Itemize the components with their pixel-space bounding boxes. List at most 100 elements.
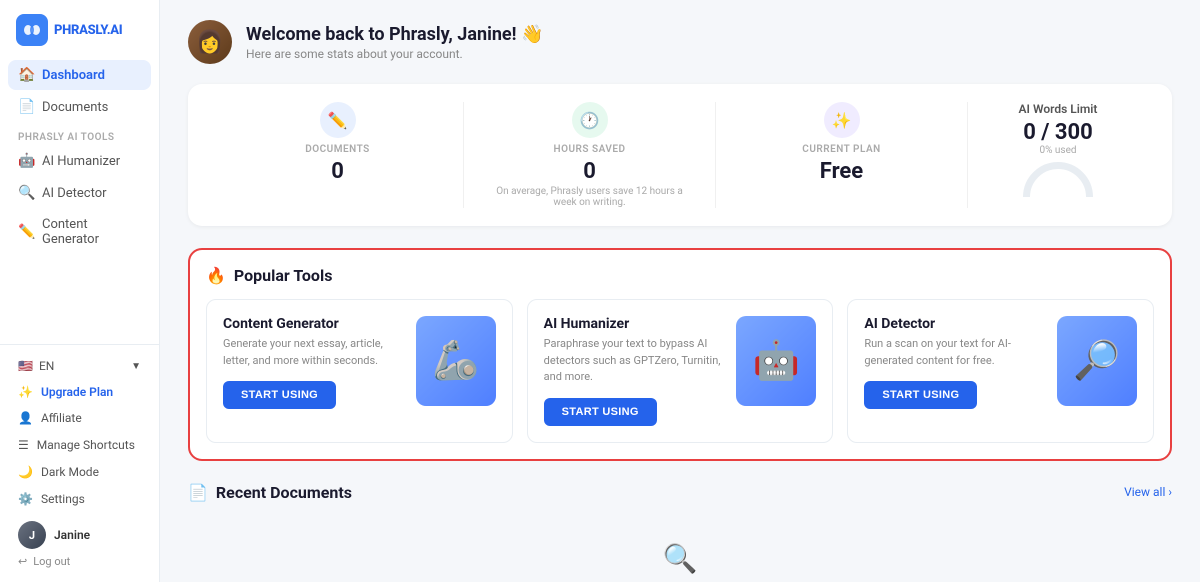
- user-profile: J Janine: [8, 513, 151, 553]
- ai-detector-content: AI Detector Run a scan on your text for …: [864, 316, 1047, 409]
- upgrade-icon: ✨: [18, 385, 33, 399]
- sidebar-item-ai-humanizer-label: AI Humanizer: [42, 154, 120, 169]
- content-generator-icon: ✏️: [18, 224, 34, 240]
- sidebar-item-shortcuts[interactable]: ☰ Manage Shortcuts: [8, 432, 151, 458]
- sidebar-item-darkmode[interactable]: 🌙 Dark Mode: [8, 459, 151, 485]
- tools-grid: Content Generator Generate your next ess…: [206, 299, 1154, 443]
- hours-stat-value: 0: [583, 159, 596, 184]
- ai-humanizer-icon: 🤖: [18, 153, 34, 169]
- sidebar-item-dashboard[interactable]: 🏠 Dashboard: [8, 60, 151, 90]
- ai-detector-name: AI Detector: [864, 316, 1047, 332]
- sidebar-item-content-generator[interactable]: ✏️ Content Generator: [8, 210, 151, 254]
- content-generator-start-btn[interactable]: START USING: [223, 381, 336, 409]
- shortcuts-icon: ☰: [18, 438, 29, 452]
- sidebar-item-documents-label: Documents: [42, 100, 108, 115]
- main-content: 👩 Welcome back to Phrasly, Janine! 👋 Her…: [160, 0, 1200, 582]
- content-generator-illus-emoji: 🦾: [432, 339, 479, 383]
- hours-stat-icon: 🕐: [572, 102, 608, 138]
- ai-words-gauge: [1023, 162, 1093, 200]
- documents-stat-icon: ✏️: [320, 102, 356, 138]
- gauge-bg: [1023, 162, 1093, 200]
- sidebar-item-content-generator-label: Content Generator: [42, 217, 141, 247]
- header-text: Welcome back to Phrasly, Janine! 👋 Here …: [246, 24, 543, 61]
- lang-selector[interactable]: 🇺🇸 EN ▼: [8, 353, 151, 379]
- chevron-down-icon: ▼: [131, 361, 141, 372]
- stats-card: ✏️ DOCUMENTS 0 🕐 HOURS SAVED 0 On averag…: [188, 84, 1172, 226]
- welcome-header: 👩 Welcome back to Phrasly, Janine! 👋 Her…: [188, 20, 1172, 64]
- user-header-avatar: 👩: [188, 20, 232, 64]
- empty-state: 🔍 No documents found Start by generating…: [188, 518, 1172, 582]
- lang-label: EN: [39, 359, 54, 373]
- ai-words-title: AI Words Limit: [1019, 102, 1098, 116]
- popular-tools-section: 🔥 Popular Tools Content Generator Genera…: [188, 248, 1172, 461]
- sidebar-item-settings[interactable]: ⚙️ Settings: [8, 486, 151, 512]
- sidebar-item-ai-detector[interactable]: 🔍 AI Detector: [8, 178, 151, 208]
- ai-humanizer-illus-emoji: 🤖: [753, 339, 800, 383]
- sidebar-item-affiliate[interactable]: 👤 Affiliate: [8, 405, 151, 431]
- sidebar-nav: 🏠 Dashboard 📄 Documents Phrasly AI Tools…: [0, 56, 159, 344]
- sidebar-item-documents[interactable]: 📄 Documents: [8, 92, 151, 122]
- ai-humanizer-start-btn[interactable]: START USING: [544, 398, 657, 426]
- view-all-label: View all: [1124, 485, 1165, 499]
- sidebar-item-ai-detector-label: AI Detector: [42, 186, 107, 201]
- tool-content-generator-content: Content Generator Generate your next ess…: [223, 316, 406, 409]
- plan-stat-label: CURRENT PLAN: [802, 144, 880, 155]
- sidebar-item-dashboard-label: Dashboard: [42, 68, 105, 83]
- logout-icon: ↩: [18, 555, 27, 568]
- content-generator-desc: Generate your next essay, article, lette…: [223, 336, 406, 369]
- phrasly-logo-icon: [16, 14, 48, 46]
- flag-icon: 🇺🇸: [18, 359, 33, 373]
- ai-detector-illustration: 🔎: [1057, 316, 1137, 406]
- plan-stat-icon: ✨: [824, 102, 860, 138]
- darkmode-label: Dark Mode: [41, 465, 99, 479]
- recent-docs-icon: 📄: [188, 483, 208, 502]
- ai-humanizer-illustration: 🤖: [736, 316, 816, 406]
- view-all-button[interactable]: View all ›: [1124, 485, 1172, 499]
- sidebar-bottom: 🇺🇸 EN ▼ ✨ Upgrade Plan 👤 Affiliate ☰ Man…: [0, 344, 159, 582]
- sidebar-item-upgrade[interactable]: ✨ Upgrade Plan: [8, 379, 151, 405]
- ai-detector-desc: Run a scan on your text for AI-generated…: [864, 336, 1047, 369]
- dashboard-icon: 🏠: [18, 67, 34, 83]
- upgrade-label: Upgrade Plan: [41, 385, 113, 399]
- affiliate-icon: 👤: [18, 411, 33, 425]
- fire-emoji: 🔥: [206, 266, 226, 285]
- settings-icon: ⚙️: [18, 492, 33, 506]
- logo[interactable]: PHRASLY.AI: [0, 0, 159, 56]
- ai-words-count: 0 / 300: [1023, 120, 1093, 145]
- ai-detector-start-btn[interactable]: START USING: [864, 381, 977, 409]
- affiliate-label: Affiliate: [41, 411, 82, 425]
- stat-documents: ✏️ DOCUMENTS 0: [212, 102, 464, 208]
- plan-stat-value: Free: [820, 159, 863, 184]
- logout-label: Log out: [33, 555, 70, 568]
- recent-docs-label: Recent Documents: [216, 483, 352, 502]
- ai-words-used: 0% used: [1039, 145, 1076, 156]
- recent-documents-section: 📄 Recent Documents View all › 🔍 No docum…: [188, 483, 1172, 582]
- greeting-subtitle: Here are some stats about your account.: [246, 47, 543, 61]
- hours-stat-sub: On average, Phrasly users save 12 hours …: [484, 186, 695, 208]
- tool-card-ai-detector: AI Detector Run a scan on your text for …: [847, 299, 1154, 443]
- ai-detector-icon: 🔍: [18, 185, 34, 201]
- ai-humanizer-desc: Paraphrase your text to bypass AI detect…: [544, 336, 727, 386]
- ai-words-section: AI Words Limit 0 / 300 0% used: [968, 102, 1148, 208]
- chevron-right-icon: ›: [1168, 485, 1172, 499]
- shortcuts-label: Manage Shortcuts: [37, 438, 135, 452]
- greeting-title: Welcome back to Phrasly, Janine! 👋: [246, 24, 543, 45]
- darkmode-icon: 🌙: [18, 465, 33, 479]
- hours-stat-label: HOURS SAVED: [553, 144, 625, 155]
- ai-humanizer-content: AI Humanizer Paraphrase your text to byp…: [544, 316, 727, 426]
- sidebar-item-ai-humanizer[interactable]: 🤖 AI Humanizer: [8, 146, 151, 176]
- documents-stat-value: 0: [331, 159, 344, 184]
- sidebar: PHRASLY.AI 🏠 Dashboard 📄 Documents Phras…: [0, 0, 160, 582]
- popular-tools-label: Popular Tools: [234, 266, 333, 285]
- recent-docs-header: 📄 Recent Documents View all ›: [188, 483, 1172, 502]
- popular-tools-title: 🔥 Popular Tools: [206, 266, 1154, 285]
- logout-button[interactable]: ↩ Log out: [8, 553, 151, 574]
- ai-humanizer-name: AI Humanizer: [544, 316, 727, 332]
- username: Janine: [54, 528, 90, 542]
- tool-card-ai-humanizer: AI Humanizer Paraphrase your text to byp…: [527, 299, 834, 443]
- logo-text: PHRASLY.AI: [54, 23, 122, 38]
- stat-hours-saved: 🕐 HOURS SAVED 0 On average, Phrasly user…: [464, 102, 716, 208]
- tools-section-label: Phrasly AI Tools: [8, 124, 151, 146]
- content-generator-illustration: 🦾: [416, 316, 496, 406]
- settings-label: Settings: [41, 492, 85, 506]
